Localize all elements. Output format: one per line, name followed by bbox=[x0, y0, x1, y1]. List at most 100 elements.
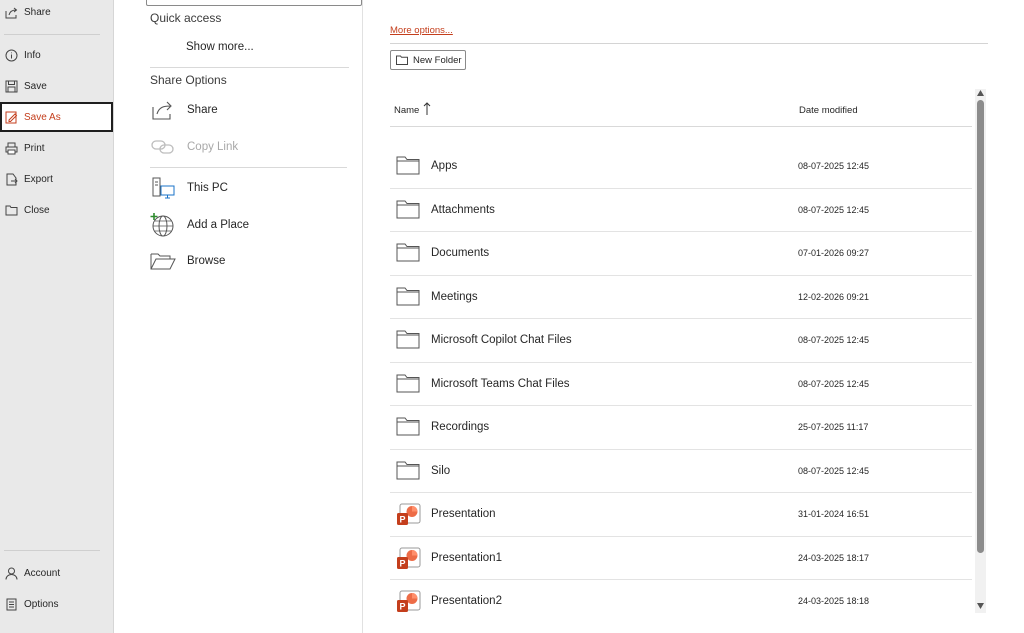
file-name: Microsoft Copilot Chat Files bbox=[431, 334, 572, 346]
file-date-modified: 24-03-2025 18:18 bbox=[798, 596, 870, 606]
save-icon bbox=[4, 79, 18, 93]
folder-icon bbox=[396, 242, 422, 266]
nav-options-label: Options bbox=[24, 598, 59, 610]
nav-print-label: Print bbox=[24, 142, 45, 154]
file-row[interactable]: Recordings 25-07-2025 11:17 bbox=[390, 406, 972, 450]
link-icon bbox=[150, 134, 176, 160]
recent-location-box[interactable] bbox=[146, 0, 362, 6]
this-pc-option[interactable]: This PC bbox=[150, 174, 228, 202]
show-more-link[interactable]: Show more... bbox=[186, 41, 254, 53]
folder-icon bbox=[396, 199, 422, 223]
nav-save-as[interactable]: Save As bbox=[0, 102, 113, 132]
share-label: Share bbox=[187, 104, 218, 116]
print-icon bbox=[4, 141, 18, 155]
nav-close[interactable]: Close bbox=[0, 195, 113, 225]
powerpoint-file-icon: P bbox=[396, 503, 422, 527]
nav-divider bbox=[4, 550, 100, 551]
options-icon bbox=[4, 597, 18, 611]
add-place-option[interactable]: Add a Place bbox=[150, 211, 249, 239]
file-name: Apps bbox=[431, 160, 458, 172]
new-folder-label: New Folder bbox=[413, 54, 462, 66]
file-date-modified: 08-07-2025 12:45 bbox=[798, 465, 870, 476]
file-list: Apps 08-07-2025 12:45 Attachments 08-07-202… bbox=[390, 145, 972, 624]
info-icon bbox=[4, 48, 18, 62]
svg-text:P: P bbox=[399, 558, 405, 568]
browse-option[interactable]: Browse bbox=[150, 247, 225, 275]
nav-print[interactable]: Print bbox=[0, 133, 113, 163]
folder-icon bbox=[396, 373, 422, 397]
file-row[interactable]: Silo 08-07-2025 12:45 bbox=[390, 450, 972, 493]
file-date-modified: 24-03-2025 18:17 bbox=[798, 552, 870, 563]
svg-text:P: P bbox=[399, 515, 405, 525]
computer-icon bbox=[150, 175, 176, 201]
nav-divider-top bbox=[4, 34, 100, 35]
nav-save-as-label: Save As bbox=[24, 111, 61, 123]
nav-account[interactable]: Account bbox=[0, 558, 113, 588]
svg-text:P: P bbox=[399, 602, 405, 612]
share-option[interactable]: Share bbox=[150, 96, 218, 124]
file-name: Silo bbox=[431, 464, 451, 477]
column-date-modified[interactable]: Date modified bbox=[799, 105, 858, 116]
globe-add-icon bbox=[150, 212, 176, 238]
file-row[interactable]: Meetings 12-02-2026 09:21 bbox=[390, 276, 972, 319]
open-folder-icon bbox=[150, 248, 176, 274]
folder-icon bbox=[396, 329, 422, 353]
file-row[interactable]: Microsoft Teams Chat Files 08-07-2025 12:… bbox=[390, 363, 972, 406]
folder-icon bbox=[396, 55, 408, 65]
file-row[interactable]: P Presentation 31-01-2024 16:51 bbox=[390, 493, 972, 537]
nav-info[interactable]: Info bbox=[0, 40, 113, 70]
close-icon bbox=[4, 203, 18, 217]
file-name: Documents bbox=[431, 247, 490, 259]
share-icon bbox=[150, 97, 176, 123]
nav-export[interactable]: Export bbox=[0, 164, 113, 194]
file-name: Recordings bbox=[431, 421, 490, 433]
scroll-down-icon[interactable] bbox=[977, 603, 984, 609]
file-list-scrollbar[interactable] bbox=[975, 89, 986, 613]
folder-icon bbox=[396, 460, 422, 484]
powerpoint-file-icon: P bbox=[396, 547, 422, 571]
this-pc-label: This PC bbox=[187, 182, 228, 194]
file-row[interactable]: Documents 07-01-2026 09:27 bbox=[390, 232, 972, 276]
file-date-modified: 25-07-2025 11:17 bbox=[798, 422, 869, 432]
file-name: Presentation bbox=[431, 508, 496, 520]
backstage-nav: Share Info Save Save As Print Export Clo… bbox=[0, 0, 114, 633]
right-divider bbox=[390, 43, 988, 44]
folder-icon bbox=[396, 286, 422, 310]
sort-ascending-icon bbox=[423, 102, 431, 121]
save-as-icon bbox=[4, 110, 18, 124]
export-icon bbox=[4, 172, 18, 186]
file-row[interactable]: P Presentation2 24-03-2025 18:18 bbox=[390, 580, 972, 624]
more-options-link[interactable]: More options... bbox=[390, 25, 453, 36]
nav-account-label: Account bbox=[24, 567, 61, 579]
folder-icon bbox=[396, 155, 422, 179]
nav-options[interactable]: Options bbox=[0, 589, 113, 619]
file-date-modified: 08-07-2025 12:45 bbox=[798, 378, 870, 389]
mid-separator-2 bbox=[150, 167, 347, 168]
browse-label: Browse bbox=[187, 255, 226, 267]
new-folder-button[interactable]: New Folder bbox=[390, 50, 466, 70]
file-date-modified: 12-02-2026 09:21 bbox=[798, 291, 870, 302]
copy-link-option: Copy Link bbox=[150, 133, 238, 161]
file-date-modified: 08-07-2025 12:45 bbox=[798, 335, 870, 345]
file-name: Presentation1 bbox=[431, 551, 502, 564]
powerpoint-file-icon: P bbox=[396, 590, 422, 614]
copy-link-label: Copy Link bbox=[187, 141, 239, 153]
file-row[interactable]: Apps 08-07-2025 12:45 bbox=[390, 145, 972, 189]
folder-icon bbox=[396, 416, 422, 440]
nav-share[interactable]: Share bbox=[0, 0, 113, 27]
scroll-thumb[interactable] bbox=[977, 100, 984, 553]
nav-save[interactable]: Save bbox=[0, 71, 113, 101]
nav-share-label: Share bbox=[24, 6, 51, 18]
nav-close-label: Close bbox=[24, 204, 50, 216]
nav-export-label: Export bbox=[24, 173, 53, 185]
nav-info-label: Info bbox=[24, 49, 41, 61]
file-row[interactable]: Attachments 08-07-2025 12:45 bbox=[390, 189, 972, 232]
file-name: Meetings bbox=[431, 290, 478, 303]
nav-save-label: Save bbox=[24, 80, 47, 92]
column-name[interactable]: Name bbox=[394, 105, 419, 116]
file-row[interactable]: P Presentation1 24-03-2025 18:17 bbox=[390, 537, 972, 580]
add-place-label: Add a Place bbox=[187, 219, 250, 231]
file-row[interactable]: Microsoft Copilot Chat Files 08-07-2025 1… bbox=[390, 319, 972, 363]
file-name: Microsoft Teams Chat Files bbox=[431, 377, 570, 390]
scroll-up-icon[interactable] bbox=[977, 90, 984, 96]
